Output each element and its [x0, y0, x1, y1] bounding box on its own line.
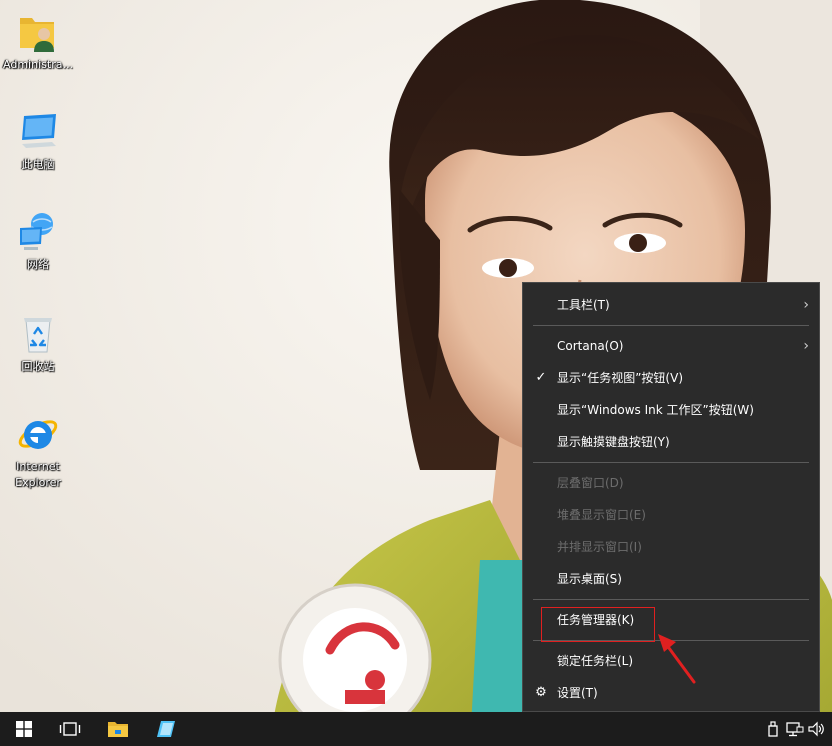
taskbar-context-menu: 工具栏(T) › Cortana(O) › ✓ 显示“任务视图”按钮(V) 显示…	[522, 282, 820, 712]
menu-item-task-manager[interactable]: 任务管理器(K)	[523, 604, 819, 636]
menu-item-label: 任务管理器(K)	[557, 613, 635, 627]
menu-item-show-desktop[interactable]: 显示桌面(S)	[523, 563, 819, 595]
taskbar	[0, 712, 832, 746]
menu-item-show-task-view[interactable]: ✓ 显示“任务视图”按钮(V)	[523, 362, 819, 394]
desktop-icon-recycle-bin[interactable]: 回收站	[0, 312, 76, 375]
desktop-icon-this-pc[interactable]: 此电脑	[0, 110, 76, 173]
menu-item-label: 显示触摸键盘按钮(Y)	[557, 435, 670, 449]
menu-item-label: Cortana(O)	[557, 339, 624, 353]
menu-item-label: 锁定任务栏(L)	[557, 654, 634, 668]
chevron-right-icon: ›	[803, 338, 809, 354]
desktop-icon-label: Administra...	[3, 58, 73, 71]
internet-explorer-icon	[18, 420, 58, 449]
recycle-bin-icon	[24, 318, 52, 353]
checkmark-icon: ✓	[535, 370, 547, 385]
menu-item-label: 显示“Windows Ink 工作区”按钮(W)	[557, 403, 754, 417]
menu-item-label: 显示桌面(S)	[557, 572, 622, 586]
menu-item-cascade-windows: 层叠窗口(D)	[523, 467, 819, 499]
menu-separator	[533, 640, 809, 641]
menu-item-lock-taskbar[interactable]: 锁定任务栏(L)	[523, 645, 819, 677]
menu-item-show-touch-keyboard[interactable]: 显示触摸键盘按钮(Y)	[523, 426, 819, 458]
desktop-icon-administrator[interactable]: Administra...	[0, 10, 76, 73]
task-view-button[interactable]	[46, 712, 94, 746]
menu-item-label: 层叠窗口(D)	[557, 476, 624, 490]
gear-icon: ⚙	[535, 685, 547, 700]
pinned-app-icon	[157, 721, 175, 737]
menu-item-label: 设置(T)	[557, 686, 598, 700]
start-windows-icon	[16, 721, 32, 737]
this-pc-icon	[22, 114, 56, 148]
menu-item-settings[interactable]: ⚙ 设置(T)	[523, 677, 819, 709]
desktop-icon-internet-explorer[interactable]: Internet Explorer	[0, 412, 76, 491]
menu-item-label: 并排显示窗口(I)	[557, 540, 642, 554]
network-tray-button[interactable]	[786, 721, 804, 737]
chevron-right-icon: ›	[803, 297, 809, 313]
task-view-icon	[59, 722, 81, 736]
menu-item-cortana[interactable]: Cortana(O) ›	[523, 330, 819, 362]
menu-item-label: 显示“任务视图”按钮(V)	[557, 371, 684, 385]
menu-item-stack-windows: 堆叠显示窗口(E)	[523, 499, 819, 531]
menu-item-toolbars[interactable]: 工具栏(T) ›	[523, 289, 819, 321]
network-tray-icon	[786, 722, 804, 737]
file-explorer-button[interactable]	[94, 712, 142, 746]
network-icon	[20, 213, 53, 250]
start-button[interactable]	[0, 712, 48, 746]
desktop-icon-label: 此电脑	[21, 158, 55, 171]
user-folder-icon	[20, 18, 54, 52]
desktop-icon-network[interactable]: 网络	[0, 210, 76, 273]
menu-item-label: 堆叠显示窗口(E)	[557, 508, 646, 522]
menu-item-show-windows-ink[interactable]: 显示“Windows Ink 工作区”按钮(W)	[523, 394, 819, 426]
file-explorer-icon	[108, 722, 128, 737]
menu-item-side-by-side: 并排显示窗口(I)	[523, 531, 819, 563]
menu-separator	[533, 599, 809, 600]
desktop: Administra... 此电脑 网络 回收站 Internet Explor…	[0, 0, 832, 746]
desktop-icon-label: 网络	[27, 258, 49, 271]
menu-separator	[533, 325, 809, 326]
usb-icon	[768, 721, 778, 737]
usb-tray-button[interactable]	[764, 721, 782, 737]
desktop-icon-label: 回收站	[21, 360, 55, 373]
menu-separator	[533, 462, 809, 463]
menu-item-label: 工具栏(T)	[557, 298, 610, 312]
desktop-icon-label: Internet Explorer	[15, 460, 61, 489]
volume-icon	[808, 721, 824, 737]
pinned-app-button[interactable]	[142, 712, 190, 746]
volume-tray-button[interactable]	[808, 721, 826, 737]
